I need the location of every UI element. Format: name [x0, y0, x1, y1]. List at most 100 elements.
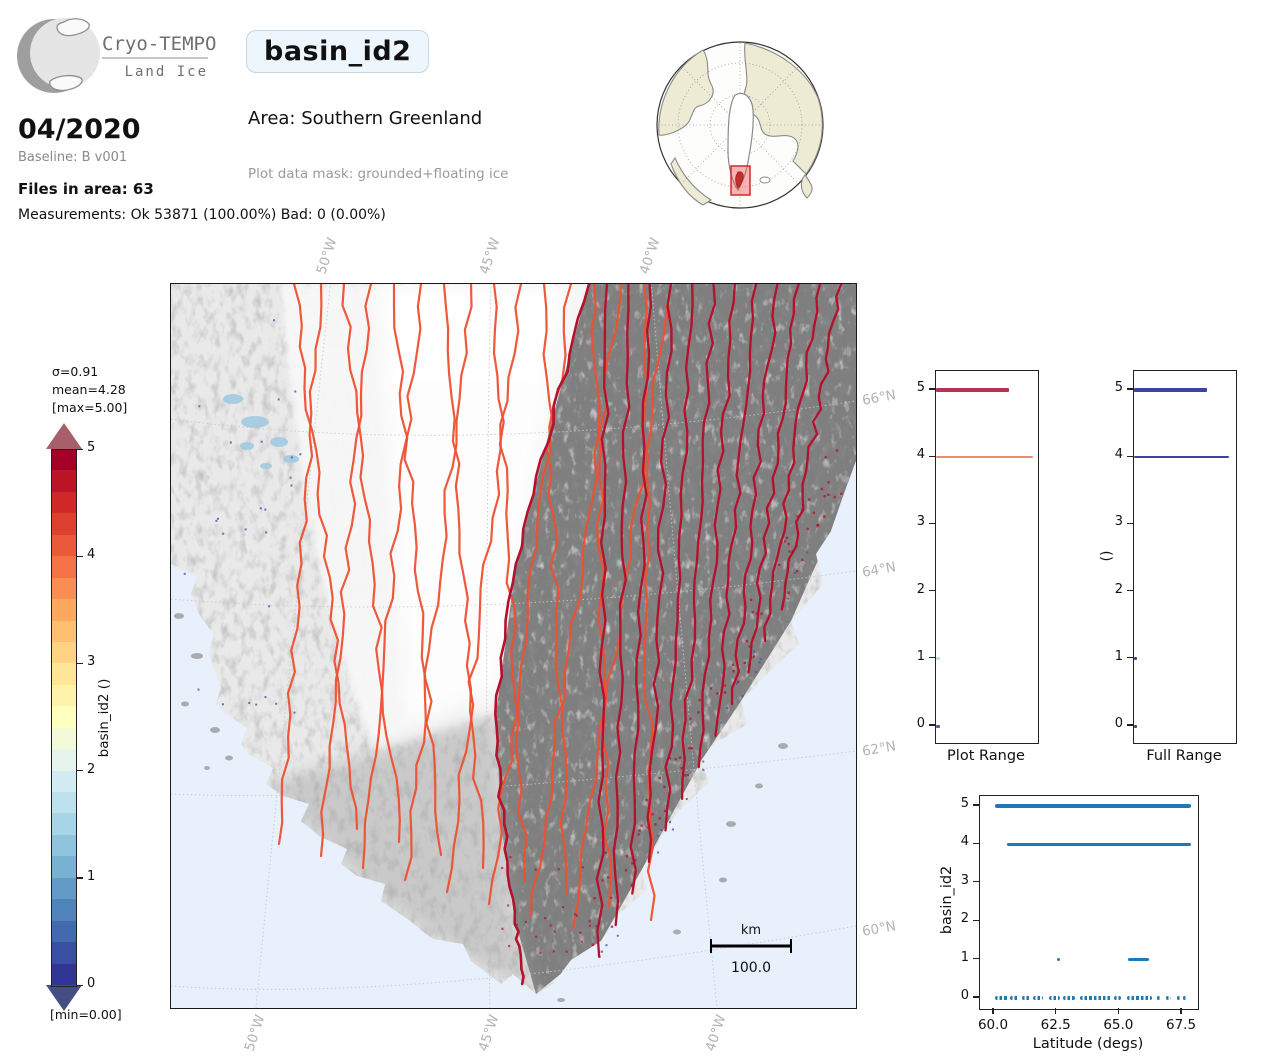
data-speckle — [651, 813, 653, 815]
data-speckle — [753, 655, 755, 657]
colorbar-axis-label: basin_id2 () — [96, 679, 112, 758]
range-line-value-1 — [1134, 657, 1137, 660]
data-speckle — [593, 897, 595, 899]
data-speckle — [784, 540, 786, 542]
y-tick-label: 5 — [899, 380, 925, 395]
data-speckle — [660, 829, 662, 831]
data-speckle — [535, 869, 537, 871]
data-speckle — [702, 761, 704, 763]
data-speckle — [290, 485, 292, 487]
data-speckle — [654, 823, 656, 825]
data-speckle — [657, 851, 659, 853]
data-speckle — [669, 821, 671, 823]
data-speckle — [647, 826, 649, 828]
data-speckle — [755, 671, 757, 673]
scatter-y-tick-label: 1 — [947, 950, 969, 965]
data-speckle — [786, 537, 788, 539]
data-speckle — [684, 774, 686, 776]
data-speckle — [230, 441, 232, 443]
data-speckle — [698, 699, 700, 701]
data-speckle — [198, 405, 200, 407]
scatter-band-y0 — [1033, 996, 1043, 999]
data-speckle — [749, 645, 751, 647]
y-tick-label: 2 — [899, 582, 925, 597]
range-line-value-5 — [1134, 388, 1207, 392]
data-speckle — [558, 868, 560, 870]
y-tick-label: 5 — [1097, 380, 1123, 395]
data-speckle — [821, 488, 823, 490]
data-speckle — [516, 924, 518, 926]
data-speckle — [581, 941, 583, 943]
data-speckle — [825, 456, 827, 458]
data-speckle — [668, 757, 670, 759]
y-tick-label: 3 — [1097, 514, 1123, 529]
y-tick-label: 0 — [1097, 716, 1123, 731]
data-speckle — [264, 509, 266, 511]
scatter-xlabel: Latitude (degs) — [979, 1036, 1197, 1052]
data-speckle — [507, 904, 509, 906]
data-speckle — [645, 799, 647, 801]
colorbar-tick — [77, 663, 83, 664]
data-speckle — [736, 683, 738, 685]
data-speckle — [576, 915, 578, 917]
scatter-band-y4 — [1007, 843, 1191, 846]
scatter-band-y0 — [1022, 996, 1031, 999]
data-speckle — [184, 573, 186, 575]
data-speckle — [823, 495, 825, 497]
scatter-band-y0 — [1127, 996, 1152, 999]
y-tick-label: 1 — [899, 649, 925, 664]
data-speckle — [691, 747, 693, 749]
scatter-band-y0 — [1010, 996, 1019, 999]
data-speckle — [299, 453, 301, 455]
data-speckle — [525, 921, 527, 923]
scatter-band-y0 — [995, 996, 1008, 999]
data-speckle — [797, 515, 799, 517]
range-line-value-5 — [936, 388, 1009, 392]
lon-label-top: 50°W — [314, 236, 341, 276]
data-speckle — [245, 528, 247, 530]
scale-bar-unit: km — [741, 923, 761, 938]
variable-title: basin_id2 — [246, 30, 429, 73]
data-speckle — [278, 398, 280, 400]
y-tick-label: 2 — [1097, 582, 1123, 597]
data-speckle — [788, 550, 790, 552]
data-speckle — [724, 691, 726, 693]
data-speckle — [554, 930, 556, 932]
area-label: Area: Southern Greenland — [248, 108, 482, 129]
data-speckle — [260, 507, 262, 509]
plot-range-title: Plot Range — [935, 748, 1037, 764]
data-speckle — [746, 640, 748, 642]
data-speckle — [544, 917, 546, 919]
data-speckle — [634, 859, 636, 861]
data-speckle — [732, 664, 734, 666]
data-speckle — [562, 906, 564, 908]
data-speckle — [611, 926, 613, 928]
plot-mask-label: Plot data mask: grounded+floating ice — [248, 166, 508, 182]
data-speckle — [753, 651, 755, 653]
scatter-y-tick-label: 0 — [947, 988, 969, 1003]
lat-label: 60°N — [861, 918, 897, 940]
data-speckle — [638, 829, 640, 831]
data-speckle — [744, 662, 746, 664]
data-speckle — [756, 612, 758, 614]
lon-label-top: 40°W — [637, 236, 664, 276]
data-speckle — [732, 670, 734, 672]
plot-range-chart — [935, 370, 1039, 744]
data-speckle — [687, 774, 689, 776]
data-speckle — [782, 598, 784, 600]
data-speckle — [833, 496, 835, 498]
data-speckle — [535, 936, 537, 938]
data-speckle — [697, 711, 699, 713]
data-speckle — [217, 518, 219, 520]
lat-label: 64°N — [861, 559, 897, 581]
data-speckle — [787, 591, 789, 593]
data-speckle — [290, 477, 292, 479]
colorbar-tick-label: 3 — [87, 654, 95, 669]
full-range-chart — [1133, 370, 1237, 744]
data-speckle — [598, 956, 600, 958]
data-speckle — [501, 867, 503, 869]
data-speckle — [509, 856, 511, 858]
data-speckle — [640, 824, 642, 826]
scatter-x-tick-label: 60.0 — [968, 1017, 1018, 1033]
data-speckle — [617, 935, 619, 937]
